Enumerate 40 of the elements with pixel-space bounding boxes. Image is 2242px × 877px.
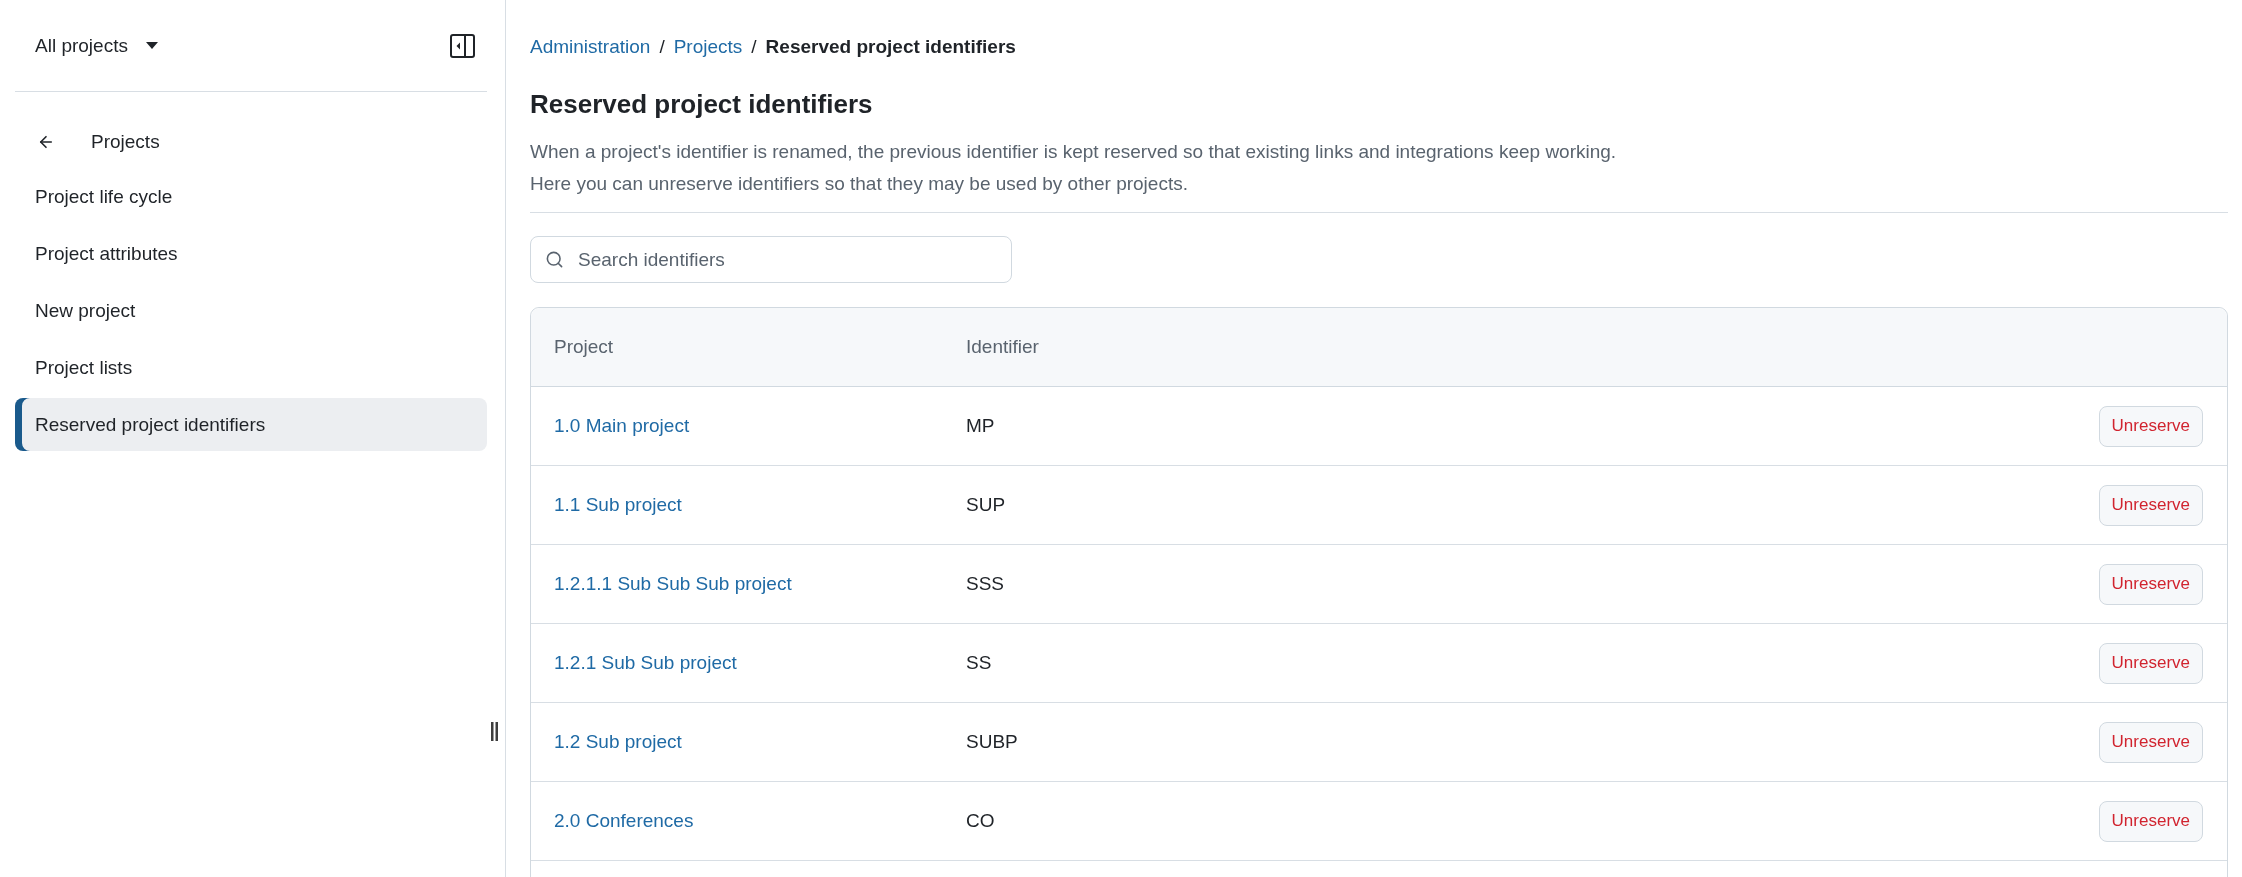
unreserve-button[interactable]: Unreserve [2098,405,2203,447]
identifier-text: SS [966,652,992,674]
project-link[interactable]: 1.1 Sub project [554,494,682,516]
identifier-text: SUBP [966,731,1018,753]
unreserve-button[interactable]: Unreserve [2098,800,2203,842]
project-link[interactable]: 2.0 Conferences [554,810,694,832]
search-field[interactable]: Search identifiers [530,236,1012,283]
search-icon [545,250,564,269]
sidebar-item[interactable]: Project attributes [15,227,487,280]
back-link[interactable]: Projects [15,117,487,166]
unreserve-button[interactable]: Unreserve [2098,484,2203,526]
identifier-text: SUP [966,494,1006,516]
unreserve-button[interactable]: Unreserve [2098,563,2203,605]
column-header: Identifier [966,336,1039,358]
description-text: Here you can unreserve identifiers so that they may be used by other projects. [530,172,1189,196]
project-link[interactable]: 1.2 Sub project [554,731,682,753]
unreserve-button[interactable]: Unreserve [2098,721,2203,763]
project-link[interactable]: 1.2.1 Sub Sub project [554,652,737,674]
caret-icon [145,42,158,49]
project-selector-button[interactable]: All projects [35,34,158,57]
breadcrumb-link[interactable]: Projects [673,36,743,58]
collapse-sidebar-icon[interactable] [450,33,475,58]
breadcrumb-separator: / [659,36,665,58]
identifier-text: SSS [966,573,1005,595]
identifier-text: CO [966,810,995,832]
project-link[interactable]: 1.0 Main project [554,415,690,437]
sidebar-item[interactable]: New project [15,284,487,337]
sidebar-item[interactable]: Reserved project identifiers [15,398,487,451]
project-link[interactable]: 1.2.1.1 Sub Sub Sub project [554,573,792,595]
sidebar-item[interactable]: Project life cycle [15,170,487,223]
sidebar-item[interactable]: Project lists [15,341,487,394]
breadcrumb-link[interactable]: Administration [530,36,651,58]
unreserve-button[interactable]: Unreserve [2098,642,2203,684]
description-text: When a project's identifier is renamed, the previous identifier is kept reserved so that existing links and integrations keep working. [530,140,1618,164]
resize-handle-icon[interactable] [491,722,498,741]
breadcrumb-current: Reserved project identifiers [765,36,1016,58]
breadcrumb-separator: / [751,36,757,58]
column-header: Project [554,336,614,358]
page-title: Reserved project identifiers [530,88,874,121]
identifier-text: MP [966,415,995,437]
